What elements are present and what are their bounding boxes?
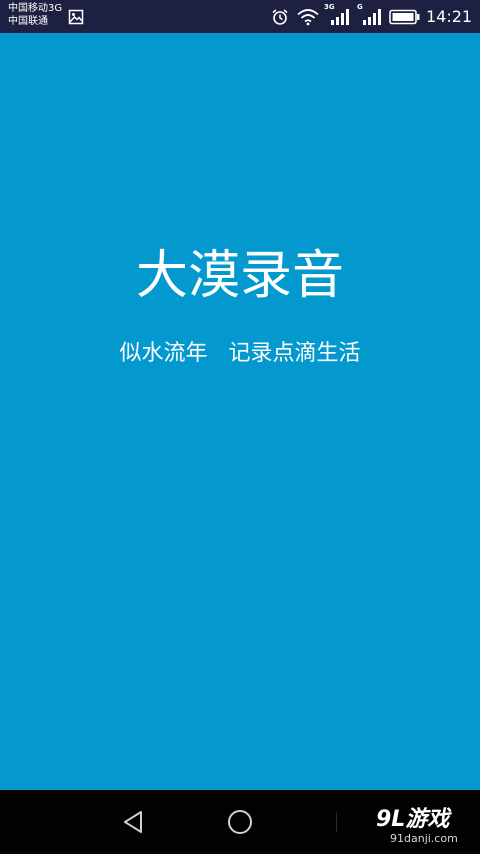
status-bar: 中国移动3G 中国联通 3G G 14:21 <box>0 0 480 33</box>
gallery-icon <box>68 9 84 25</box>
wifi-icon <box>297 9 319 26</box>
watermark-url: 91danji.com <box>390 832 458 845</box>
carrier-info: 中国移动3G 中国联通 <box>8 2 62 28</box>
nav-divider <box>336 812 337 832</box>
app-title: 大漠录音 <box>135 246 344 306</box>
watermark: 9L游戏 91danji.com <box>372 806 468 850</box>
signal-icon <box>331 9 349 25</box>
back-icon[interactable] <box>117 806 149 838</box>
signal-icon <box>363 9 381 25</box>
status-time: 14:21 <box>426 7 473 26</box>
alarm-icon <box>272 9 288 25</box>
carrier-secondary: 中国联通 <box>8 16 48 27</box>
battery-icon <box>389 9 420 25</box>
watermark-logo: 9L游戏 <box>376 807 450 832</box>
app-slogan: 似水流年 记录点滴生活 <box>119 341 361 366</box>
carrier-primary: 中国移动3G <box>8 3 63 14</box>
home-icon[interactable] <box>224 806 256 838</box>
